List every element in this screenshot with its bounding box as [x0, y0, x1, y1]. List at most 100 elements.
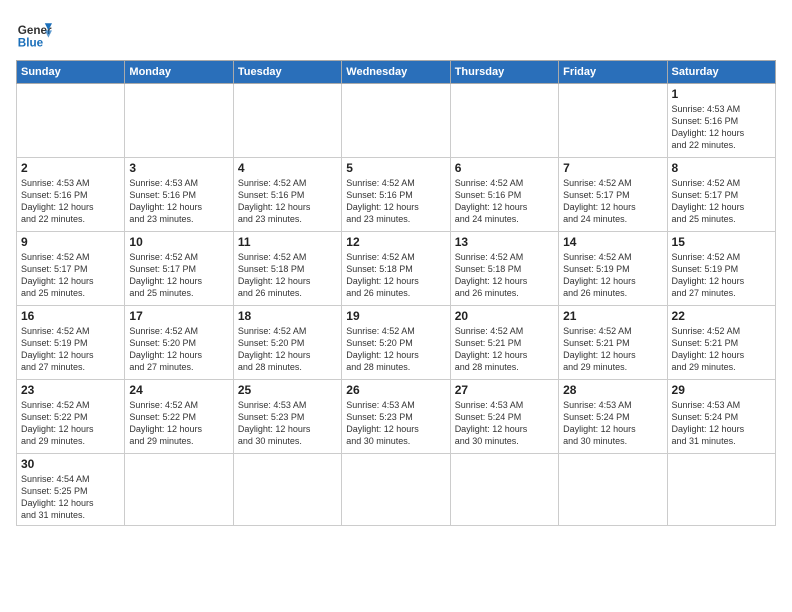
cell-info: Sunrise: 4:52 AM Sunset: 5:21 PM Dayligh…	[455, 325, 554, 374]
cell-info: Sunrise: 4:53 AM Sunset: 5:24 PM Dayligh…	[563, 399, 662, 448]
day-number: 27	[455, 383, 554, 397]
cell-info: Sunrise: 4:52 AM Sunset: 5:16 PM Dayligh…	[238, 177, 337, 226]
calendar-cell: 23 Sunrise: 4:52 AM Sunset: 5:22 PM Dayli…	[17, 380, 125, 454]
calendar-cell	[559, 84, 667, 158]
calendar-cell: 15 Sunrise: 4:52 AM Sunset: 5:19 PM Dayli…	[667, 232, 775, 306]
week-row-3: 16 Sunrise: 4:52 AM Sunset: 5:19 PM Dayli…	[17, 306, 776, 380]
day-number: 7	[563, 161, 662, 175]
week-row-1: 2 Sunrise: 4:53 AM Sunset: 5:16 PM Daylig…	[17, 158, 776, 232]
calendar-cell	[17, 84, 125, 158]
calendar-cell: 22 Sunrise: 4:52 AM Sunset: 5:21 PM Dayli…	[667, 306, 775, 380]
calendar-cell: 17 Sunrise: 4:52 AM Sunset: 5:20 PM Dayli…	[125, 306, 233, 380]
calendar-cell: 6 Sunrise: 4:52 AM Sunset: 5:16 PM Daylig…	[450, 158, 558, 232]
calendar-cell	[125, 454, 233, 526]
cell-info: Sunrise: 4:52 AM Sunset: 5:19 PM Dayligh…	[563, 251, 662, 300]
day-number: 6	[455, 161, 554, 175]
calendar-cell	[342, 454, 450, 526]
calendar-cell: 13Sunrise: 4:52 AM Sunset: 5:18 PM Dayli…	[450, 232, 558, 306]
day-number: 11	[238, 235, 337, 249]
cell-info: Sunrise: 4:52 AM Sunset: 5:21 PM Dayligh…	[672, 325, 771, 374]
calendar-cell: 25Sunrise: 4:53 AM Sunset: 5:23 PM Dayli…	[233, 380, 341, 454]
cell-info: Sunrise: 4:52 AM Sunset: 5:17 PM Dayligh…	[129, 251, 228, 300]
weekday-header-saturday: Saturday	[667, 61, 775, 84]
day-number: 14	[563, 235, 662, 249]
day-number: 19	[346, 309, 445, 323]
cell-info: Sunrise: 4:52 AM Sunset: 5:20 PM Dayligh…	[238, 325, 337, 374]
calendar-cell: 10 Sunrise: 4:52 AM Sunset: 5:17 PM Dayli…	[125, 232, 233, 306]
cell-info: Sunrise: 4:52 AM Sunset: 5:20 PM Dayligh…	[346, 325, 445, 374]
day-number: 30	[21, 457, 120, 471]
cell-info: Sunrise: 4:52 AM Sunset: 5:19 PM Dayligh…	[672, 251, 771, 300]
day-number: 3	[129, 161, 228, 175]
day-number: 5	[346, 161, 445, 175]
svg-text:Blue: Blue	[18, 37, 44, 50]
calendar-cell: 21Sunrise: 4:52 AM Sunset: 5:21 PM Dayli…	[559, 306, 667, 380]
day-number: 16	[21, 309, 120, 323]
day-number: 10	[129, 235, 228, 249]
cell-info: Sunrise: 4:53 AM Sunset: 5:24 PM Dayligh…	[455, 399, 554, 448]
day-number: 24	[129, 383, 228, 397]
header: General Blue	[16, 16, 776, 52]
calendar-cell: 24 Sunrise: 4:52 AM Sunset: 5:22 PM Dayli…	[125, 380, 233, 454]
calendar-cell: 3Sunrise: 4:53 AM Sunset: 5:16 PM Daylig…	[125, 158, 233, 232]
cell-info: Sunrise: 4:52 AM Sunset: 5:17 PM Dayligh…	[672, 177, 771, 226]
day-number: 22	[672, 309, 771, 323]
weekday-header-thursday: Thursday	[450, 61, 558, 84]
weekday-header-tuesday: Tuesday	[233, 61, 341, 84]
logo: General Blue	[16, 16, 52, 52]
cell-info: Sunrise: 4:52 AM Sunset: 5:16 PM Dayligh…	[455, 177, 554, 226]
calendar-cell: 29Sunrise: 4:53 AM Sunset: 5:24 PM Dayli…	[667, 380, 775, 454]
cell-info: Sunrise: 4:53 AM Sunset: 5:24 PM Dayligh…	[672, 399, 771, 448]
week-row-0: 1Sunrise: 4:53 AM Sunset: 5:16 PM Daylig…	[17, 84, 776, 158]
day-number: 17	[129, 309, 228, 323]
day-number: 15	[672, 235, 771, 249]
calendar-cell	[342, 84, 450, 158]
calendar: SundayMondayTuesdayWednesdayThursdayFrid…	[16, 60, 776, 526]
day-number: 23	[21, 383, 120, 397]
week-row-4: 23 Sunrise: 4:52 AM Sunset: 5:22 PM Dayli…	[17, 380, 776, 454]
day-number: 1	[672, 87, 771, 101]
week-row-5: 30Sunrise: 4:54 AM Sunset: 5:25 PM Dayli…	[17, 454, 776, 526]
cell-info: Sunrise: 4:52 AM Sunset: 5:18 PM Dayligh…	[455, 251, 554, 300]
calendar-cell: 20Sunrise: 4:52 AM Sunset: 5:21 PM Dayli…	[450, 306, 558, 380]
day-number: 12	[346, 235, 445, 249]
cell-info: Sunrise: 4:52 AM Sunset: 5:16 PM Dayligh…	[346, 177, 445, 226]
calendar-cell: 7Sunrise: 4:52 AM Sunset: 5:17 PM Daylig…	[559, 158, 667, 232]
day-number: 26	[346, 383, 445, 397]
calendar-cell: 16 Sunrise: 4:52 AM Sunset: 5:19 PM Dayli…	[17, 306, 125, 380]
calendar-cell: 1Sunrise: 4:53 AM Sunset: 5:16 PM Daylig…	[667, 84, 775, 158]
day-number: 8	[672, 161, 771, 175]
weekday-header-sunday: Sunday	[17, 61, 125, 84]
calendar-cell	[125, 84, 233, 158]
cell-info: Sunrise: 4:52 AM Sunset: 5:17 PM Dayligh…	[21, 251, 120, 300]
cell-info: Sunrise: 4:52 AM Sunset: 5:19 PM Dayligh…	[21, 325, 120, 374]
cell-info: Sunrise: 4:52 AM Sunset: 5:22 PM Dayligh…	[129, 399, 228, 448]
calendar-cell	[450, 84, 558, 158]
cell-info: Sunrise: 4:52 AM Sunset: 5:20 PM Dayligh…	[129, 325, 228, 374]
calendar-cell	[559, 454, 667, 526]
week-row-2: 9 Sunrise: 4:52 AM Sunset: 5:17 PM Daylig…	[17, 232, 776, 306]
calendar-cell	[233, 84, 341, 158]
calendar-cell	[233, 454, 341, 526]
cell-info: Sunrise: 4:52 AM Sunset: 5:18 PM Dayligh…	[346, 251, 445, 300]
day-number: 2	[21, 161, 120, 175]
calendar-cell: 9 Sunrise: 4:52 AM Sunset: 5:17 PM Daylig…	[17, 232, 125, 306]
cell-info: Sunrise: 4:52 AM Sunset: 5:18 PM Dayligh…	[238, 251, 337, 300]
cell-info: Sunrise: 4:53 AM Sunset: 5:16 PM Dayligh…	[21, 177, 120, 226]
weekday-header-wednesday: Wednesday	[342, 61, 450, 84]
calendar-cell: 12 Sunrise: 4:52 AM Sunset: 5:18 PM Dayli…	[342, 232, 450, 306]
cell-info: Sunrise: 4:52 AM Sunset: 5:22 PM Dayligh…	[21, 399, 120, 448]
calendar-cell: 4 Sunrise: 4:52 AM Sunset: 5:16 PM Daylig…	[233, 158, 341, 232]
calendar-cell	[667, 454, 775, 526]
calendar-cell: 26 Sunrise: 4:53 AM Sunset: 5:23 PM Dayli…	[342, 380, 450, 454]
calendar-cell: 19 Sunrise: 4:52 AM Sunset: 5:20 PM Dayli…	[342, 306, 450, 380]
calendar-cell: 30Sunrise: 4:54 AM Sunset: 5:25 PM Dayli…	[17, 454, 125, 526]
cell-info: Sunrise: 4:53 AM Sunset: 5:23 PM Dayligh…	[238, 399, 337, 448]
day-number: 4	[238, 161, 337, 175]
cell-info: Sunrise: 4:53 AM Sunset: 5:23 PM Dayligh…	[346, 399, 445, 448]
calendar-cell: 27 Sunrise: 4:53 AM Sunset: 5:24 PM Dayli…	[450, 380, 558, 454]
day-number: 9	[21, 235, 120, 249]
calendar-cell: 5 Sunrise: 4:52 AM Sunset: 5:16 PM Daylig…	[342, 158, 450, 232]
weekday-header-monday: Monday	[125, 61, 233, 84]
page: General Blue SundayMondayTuesdayWednesda…	[0, 0, 792, 534]
